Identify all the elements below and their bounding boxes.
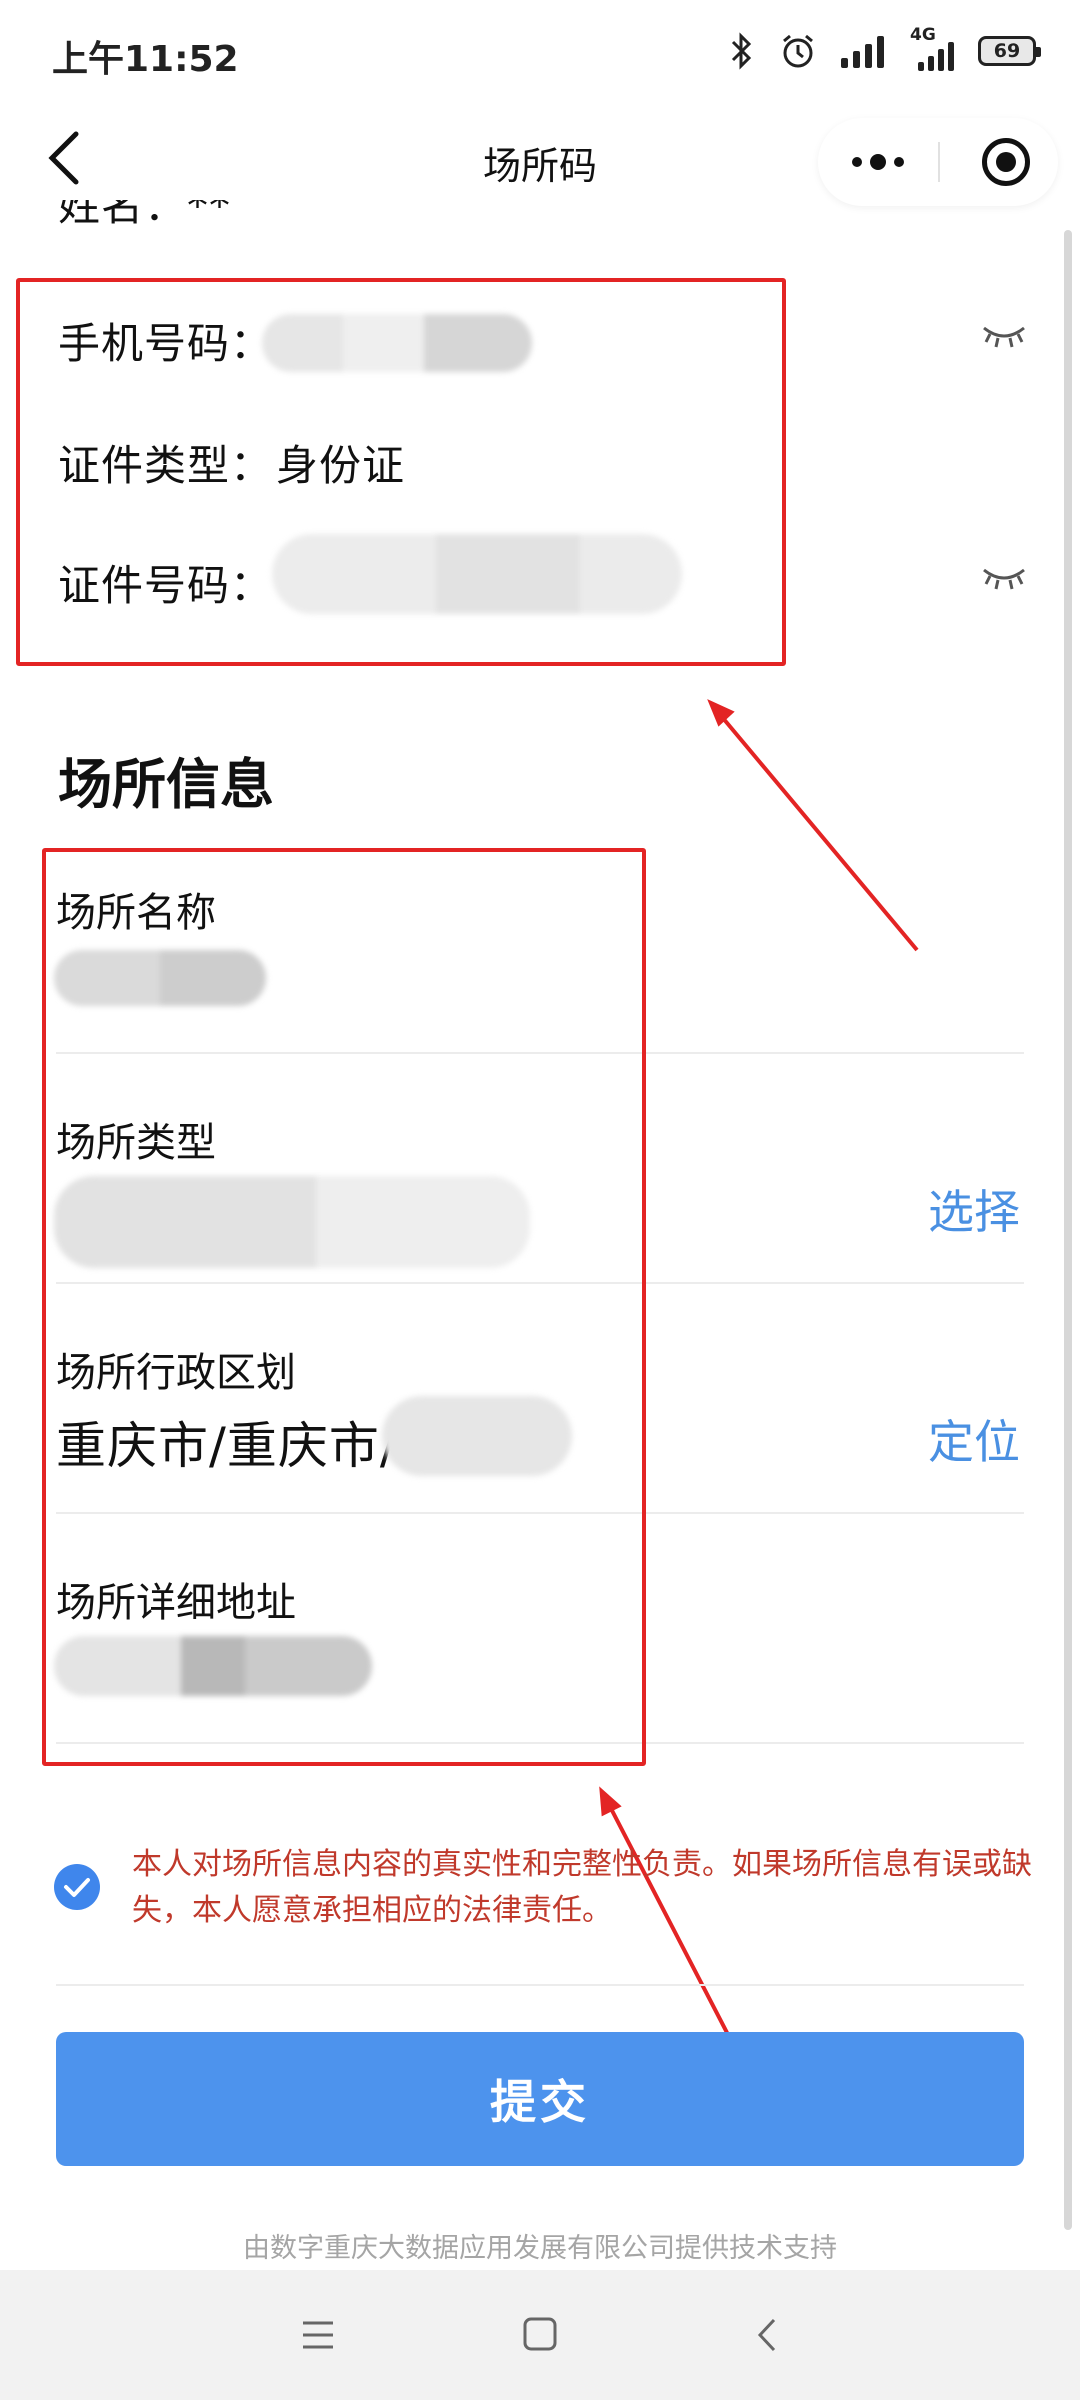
agreement-text: 本人对场所信息内容的真实性和完整性负责。如果场所信息有误或缺失，本人愿意承担相应… bbox=[132, 1847, 1032, 1928]
home-icon[interactable] bbox=[522, 2316, 558, 2352]
check-icon bbox=[64, 1878, 90, 1897]
divider bbox=[56, 1984, 1024, 1986]
back-nav-icon[interactable] bbox=[754, 2316, 780, 2354]
system-nav-bar bbox=[0, 2270, 1080, 2400]
menu-icon[interactable] bbox=[300, 2318, 336, 2352]
footer-note: 由数字重庆大数据应用发展有限公司提供技术支持 bbox=[243, 2233, 837, 2264]
agreement-checkbox[interactable] bbox=[54, 1864, 100, 1910]
submit-button[interactable]: 提交 bbox=[56, 2032, 1024, 2166]
